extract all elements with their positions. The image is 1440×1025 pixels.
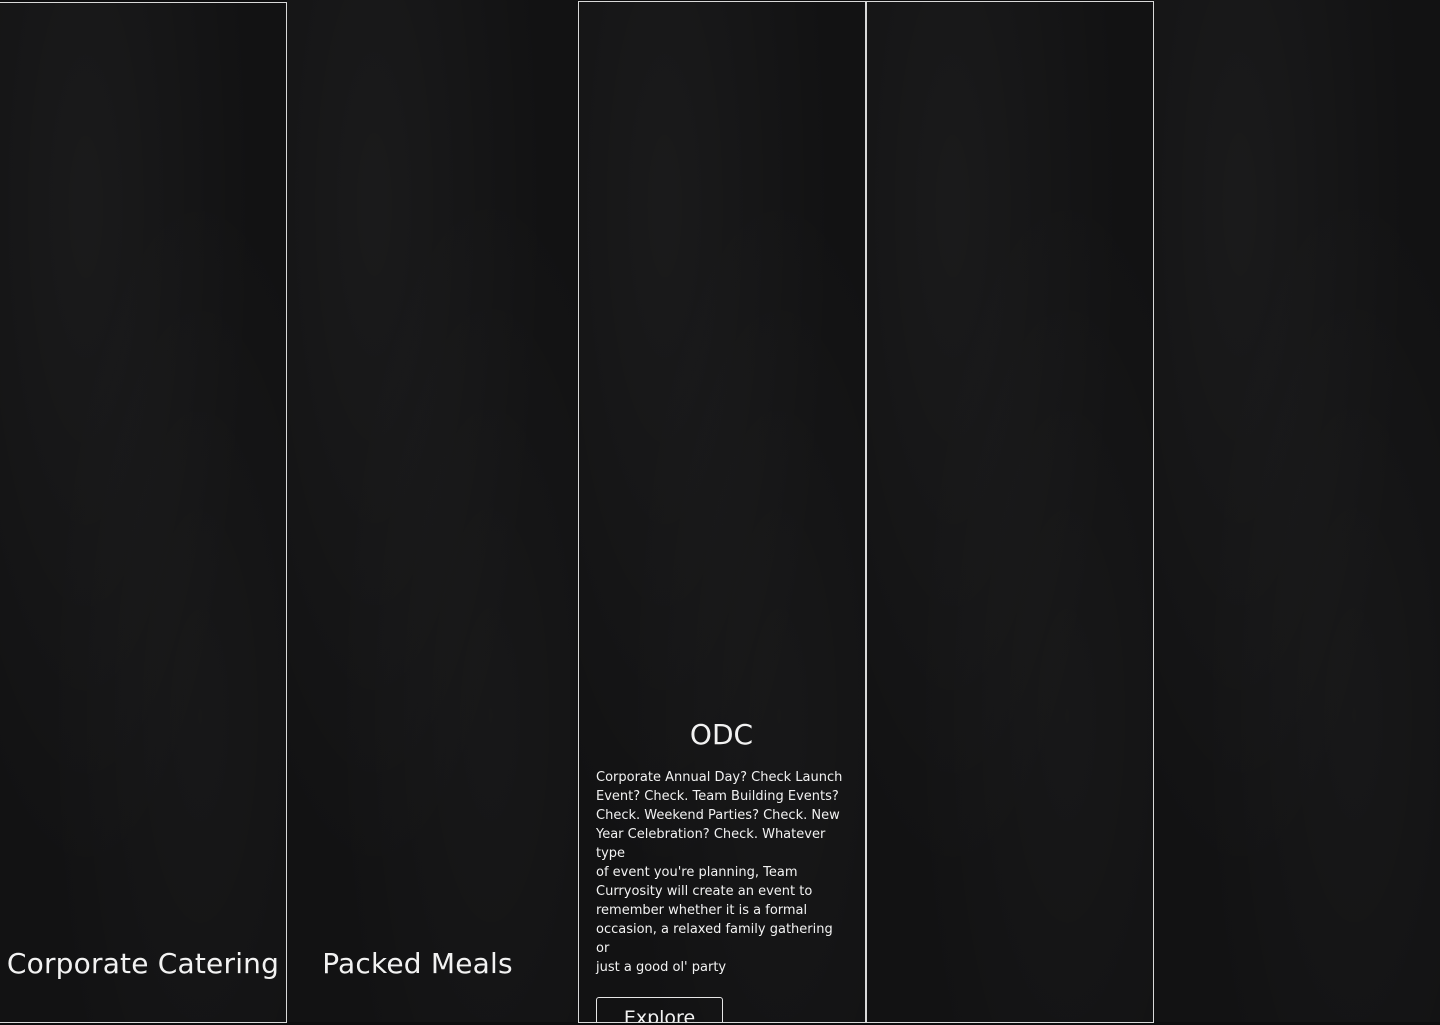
panel-heading: ODC [689,718,754,751]
panel-title: Packed Meals [322,947,513,980]
panel-title: Corporate Catering [6,947,280,980]
panel-5[interactable] [1154,0,1440,1022]
service-panels: Corporate Catering Packed Meals ODC Corp… [0,0,1440,1025]
panel-description: Corporate Annual Day? Check Launch Event… [596,770,843,975]
explore-button[interactable]: Explore [596,997,723,1022]
panel-4[interactable] [866,1,1154,1023]
panel-packed-meals[interactable]: Packed Meals [287,0,578,1022]
panel-odc[interactable]: ODC Corporate Annual Day? Check Launch E… [578,1,866,1023]
panel-content: ODC Corporate Annual Day? Check Launch E… [596,716,847,1022]
panel-corporate-catering[interactable]: Corporate Catering [0,2,287,1023]
